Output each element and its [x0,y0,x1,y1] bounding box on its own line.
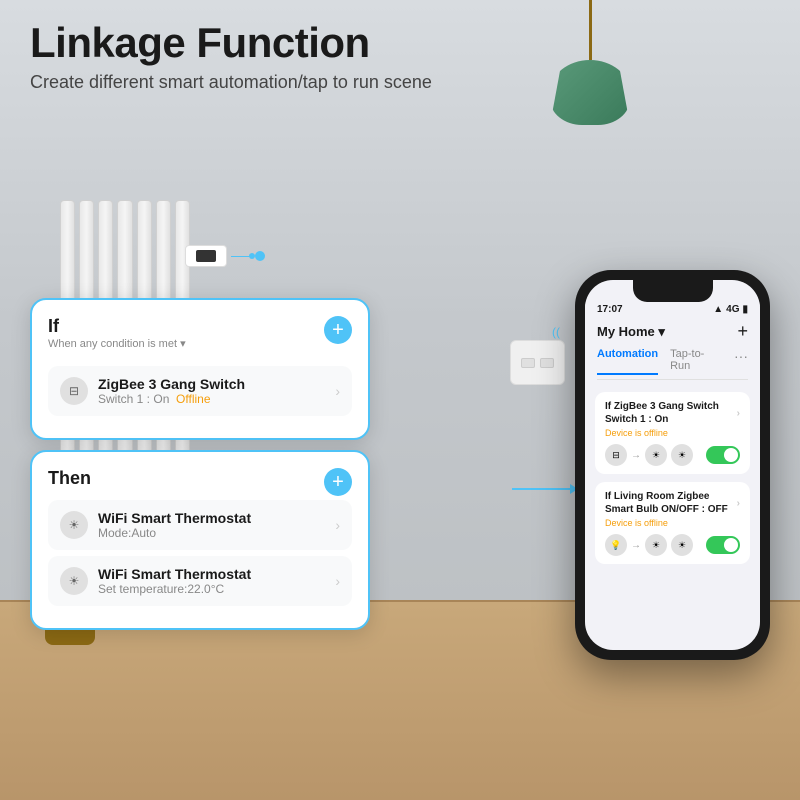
sensor-wifi-line [231,256,251,257]
connector-arrow [512,488,572,490]
icon-group: ⊟ → ☀ ☀ [605,444,693,466]
automation-sub: Device is offline [605,428,740,438]
action-mini-icon-2: ☀ [671,534,693,556]
page-subtitle: Create different smart automation/tap to… [30,72,770,93]
temperature-sensor [185,245,265,267]
page-title: Linkage Function [30,20,770,66]
chevron-icon: › [737,407,740,420]
chevron-icon: › [737,497,740,510]
switch-button [521,358,535,368]
device-mini-icon: ⊟ [605,444,627,466]
phone-tabs: Automation Tap-to-Run ··· [597,348,748,380]
home-title-row: My Home ▾ + [597,321,748,342]
device-status: Switch 1 : On Offline [98,392,245,406]
if-card-header: If When any condition is met ▾ + [48,316,352,362]
then-card-title: Then [48,468,91,489]
automation-item-2[interactable]: If Living Room Zigbee Smart Bulb ON/OFF … [595,482,750,564]
chevron-right-icon: › [335,573,340,589]
sensor-wifi-dot [255,251,265,261]
sensor-body [185,245,227,267]
thermostat-row-1[interactable]: ☀ WiFi Smart Thermostat Mode:Auto › [48,500,352,550]
device-name: ZigBee 3 Gang Switch [98,376,245,392]
signal-icon: ▲ [713,304,723,315]
device-name: WiFi Smart Thermostat [98,566,251,582]
thermostat-row-2[interactable]: ☀ WiFi Smart Thermostat Set temperature:… [48,556,352,606]
home-title[interactable]: My Home ▾ [597,324,665,340]
battery-icon: ▮ [742,304,748,315]
status-text: Switch 1 : On [98,392,169,406]
automation-sub: Device is offline [605,518,740,528]
sensor-screen [196,250,216,262]
device-status: Set temperature:22.0°C [98,582,251,596]
device-status: Mode:Auto [98,526,251,540]
chevron-right-icon: › [335,517,340,533]
automation-title-text: If Living Room Zigbee Smart Bulb ON/OFF … [605,490,737,516]
cards-area: If When any condition is met ▾ + ⊟ ZigBe… [30,298,370,640]
status-icons: ▲ 4G ▮ [713,304,748,315]
phone-content: If ZigBee 3 Gang Switch Switch 1 : On › … [585,384,760,580]
header-area: Linkage Function Create different smart … [30,20,770,93]
bulb-mini-icon: 💡 [605,534,627,556]
phone-add-button[interactable]: + [737,321,748,342]
signal-label: 4G [726,304,739,315]
wall-switch [510,340,565,385]
if-add-button[interactable]: + [324,316,352,344]
automation-title-text: If ZigBee 3 Gang Switch Switch 1 : On [605,400,737,426]
automation-toggle-1[interactable] [706,446,740,464]
action-mini-icon: ☀ [645,444,667,466]
automation-toggle-2[interactable] [706,536,740,554]
status-bar: 17:07 ▲ 4G ▮ [585,302,760,315]
if-card-subtitle: When any condition is met ▾ [48,337,186,350]
if-card-title: If [48,316,186,337]
automation-icons: 💡 → ☀ ☀ [605,534,740,556]
automation-icons: ⊟ → ☀ ☀ [605,444,740,466]
chevron-right-icon: › [335,383,340,399]
then-card: Then + ☀ WiFi Smart Thermostat Mode:Auto… [30,450,370,630]
device-info: WiFi Smart Thermostat Mode:Auto [98,510,251,540]
action-mini-icon: ☀ [645,534,667,556]
device-info: ZigBee 3 Gang Switch Switch 1 : On Offli… [98,376,245,406]
icon-group: 💡 → ☀ ☀ [605,534,693,556]
phone-header: My Home ▾ + Automation Tap-to-Run ··· [585,315,760,384]
arrow-icon: → [631,540,641,551]
automation-title: If Living Room Zigbee Smart Bulb ON/OFF … [605,490,740,516]
phone-notch [633,280,713,302]
automation-title: If ZigBee 3 Gang Switch Switch 1 : On › [605,400,740,426]
phone-screen: 17:07 ▲ 4G ▮ My Home ▾ + Automation Tap-… [585,280,760,650]
device-left: ☀ WiFi Smart Thermostat Set temperature:… [60,566,251,596]
device-info: WiFi Smart Thermostat Set temperature:22… [98,566,251,596]
then-card-header: Then + [48,468,352,496]
switch-button [540,358,554,368]
offline-badge: Offline [176,392,210,406]
phone-mockup: 17:07 ▲ 4G ▮ My Home ▾ + Automation Tap-… [575,270,770,660]
switch-row [521,358,554,368]
if-card: If When any condition is met ▾ + ⊟ ZigBe… [30,298,370,440]
device-left: ☀ WiFi Smart Thermostat Mode:Auto [60,510,251,540]
tab-tap-to-run[interactable]: Tap-to-Run [670,348,722,375]
zigbee-device-row[interactable]: ⊟ ZigBee 3 Gang Switch Switch 1 : On Off… [48,366,352,416]
thermostat-icon-2: ☀ [60,567,88,595]
automation-item-1[interactable]: If ZigBee 3 Gang Switch Switch 1 : On › … [595,392,750,474]
arrow-icon: → [631,450,641,461]
tab-automation[interactable]: Automation [597,348,658,375]
action-mini-icon-2: ☀ [671,444,693,466]
device-left: ⊟ ZigBee 3 Gang Switch Switch 1 : On Off… [60,376,245,406]
more-options-icon[interactable]: ··· [734,348,748,375]
wifi-icon: (( [552,325,560,339]
thermostat-icon: ☀ [60,511,88,539]
phone-time: 17:07 [597,304,623,315]
device-name: WiFi Smart Thermostat [98,510,251,526]
then-add-button[interactable]: + [324,468,352,496]
device-icon: ⊟ [60,377,88,405]
